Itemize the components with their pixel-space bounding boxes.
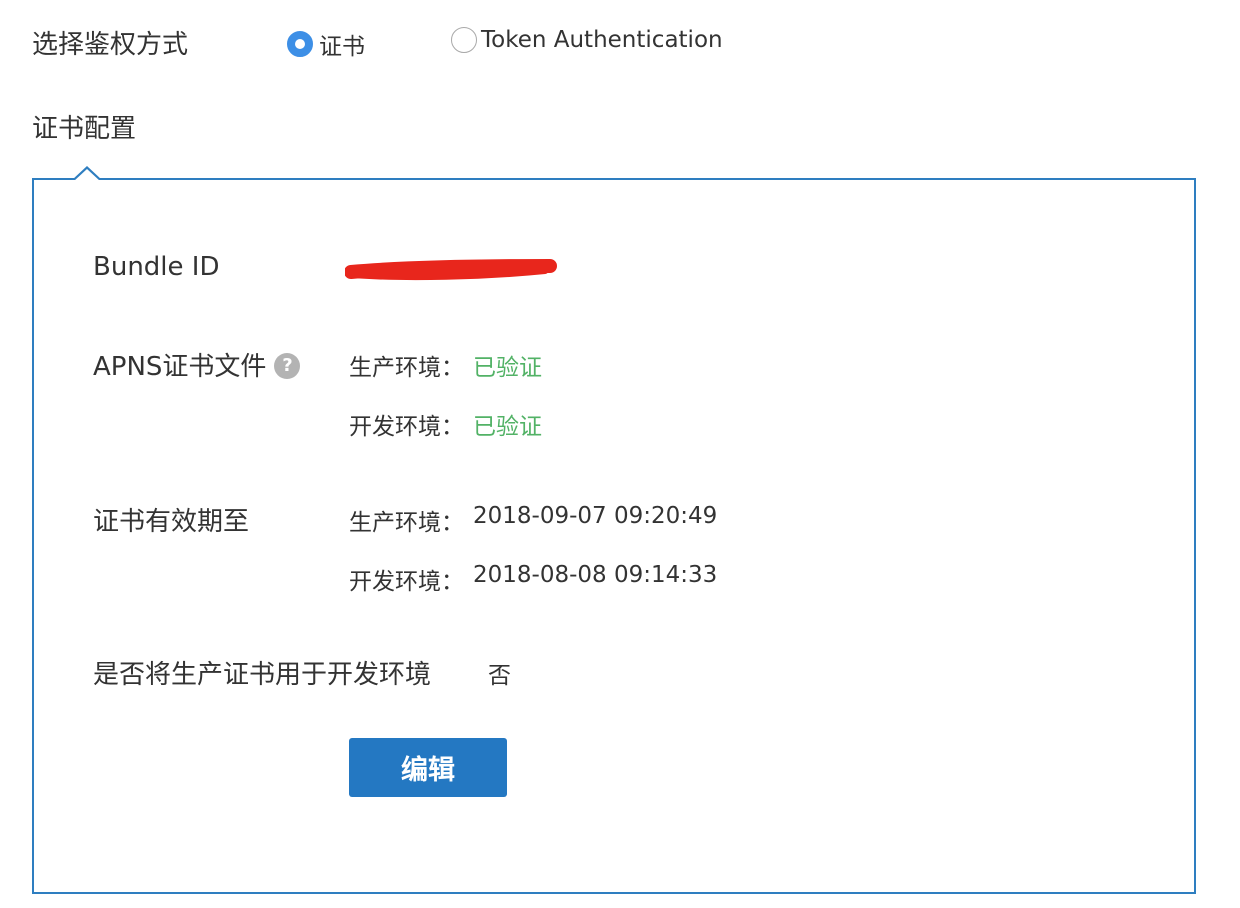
- use-prod-for-dev-value: 否: [488, 663, 511, 689]
- auth-method-row: 选择鉴权方式: [32, 22, 188, 62]
- radio-certificate[interactable]: 证书: [287, 27, 365, 61]
- help-icon[interactable]: ?: [274, 352, 301, 379]
- radio-certificate-label[interactable]: 证书: [319, 27, 365, 61]
- radio-checked-icon[interactable]: [287, 31, 313, 57]
- expiry-prod-row: 生产环境： 2018-09-07 09:20:49: [349, 503, 717, 537]
- redacted-bundle-id-value: [345, 259, 557, 281]
- expiry-dev-value: 2018-08-08 09:14:33: [473, 562, 718, 588]
- expiry-prod-value: 2018-09-07 09:20:49: [473, 503, 718, 529]
- radio-token-authentication[interactable]: Token Authentication: [451, 27, 723, 53]
- apns-prod-row: 生产环境： 已验证: [349, 348, 542, 382]
- edit-button[interactable]: 编辑: [349, 738, 507, 797]
- radio-token-label[interactable]: Token Authentication: [481, 27, 723, 53]
- auth-method-label: 选择鉴权方式: [32, 29, 189, 60]
- use-prod-for-dev-label: 是否将生产证书用于开发环境: [93, 660, 432, 690]
- section-title: 证书配置: [32, 114, 137, 144]
- apns-dev-key: 开发环境：: [349, 414, 464, 440]
- cert-expiry-label: 证书有效期至: [93, 507, 250, 537]
- bundle-id-label: Bundle ID: [93, 252, 220, 282]
- apns-prod-status: 已验证: [473, 355, 542, 381]
- apns-dev-row: 开发环境： 已验证: [349, 407, 542, 441]
- apns-cert-label-text: APNS证书文件: [93, 352, 267, 382]
- radio-unchecked-icon[interactable]: [451, 27, 477, 53]
- expiry-dev-key: 开发环境：: [349, 569, 464, 595]
- expiry-dev-row: 开发环境： 2018-08-08 09:14:33: [349, 562, 717, 596]
- expiry-prod-key: 生产环境：: [349, 510, 464, 536]
- apns-dev-status: 已验证: [473, 414, 542, 440]
- apns-cert-label: APNS证书文件?: [93, 346, 301, 383]
- apns-prod-key: 生产环境：: [349, 355, 464, 381]
